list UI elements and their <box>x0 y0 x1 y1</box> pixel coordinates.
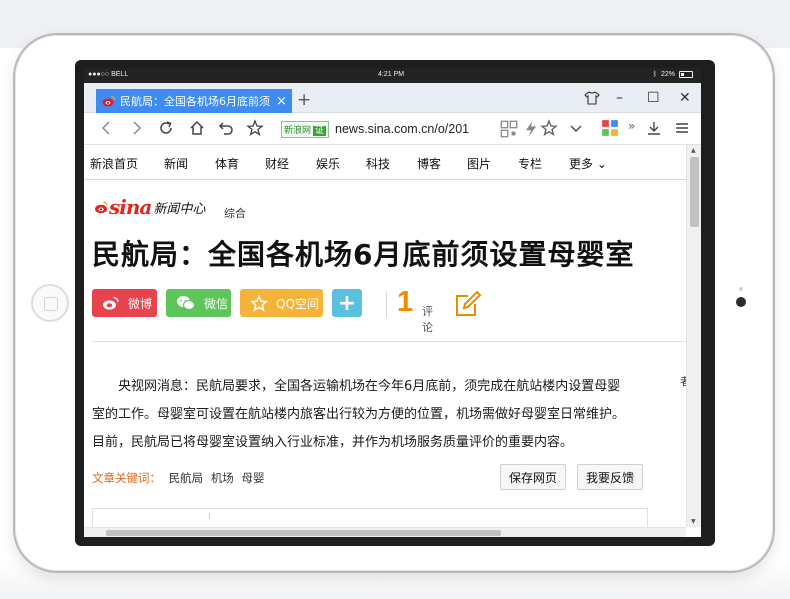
keyword-link[interactable]: 母婴 <box>241 471 264 485</box>
sensor-dot <box>739 287 743 291</box>
keyword-link[interactable]: 民航局 <box>169 471 204 485</box>
nav-home[interactable]: 新浪首页 <box>90 155 138 172</box>
status-right: ᛒ 22% <box>653 71 693 78</box>
feedback-button[interactable]: 我要反馈 <box>577 464 644 490</box>
article-keywords: 文章关键词： 民航局 机场 母婴 <box>92 470 264 486</box>
status-bar: ●●●○○ BELL 4:21 PM ᛒ 22% <box>84 68 701 83</box>
menu-icon[interactable] <box>673 119 691 137</box>
sina-news-logo[interactable]: sina 新闻中心 <box>94 195 205 219</box>
sina-wordmark: sina <box>109 195 152 219</box>
site-badge: 新浪网证 <box>281 120 330 138</box>
weibo-icon <box>103 296 119 310</box>
back-icon[interactable] <box>98 119 116 137</box>
nav-photos[interactable]: 图片 <box>467 155 491 172</box>
qr-code-icon[interactable] <box>500 120 518 138</box>
nav-news[interactable]: 新闻 <box>164 155 188 172</box>
maximize-button[interactable]: ☐ <box>647 90 660 106</box>
address-bar[interactable]: 新浪网证 news.sina.com.cn/o/201 <box>280 118 562 140</box>
shirt-icon[interactable] <box>584 91 600 105</box>
keyword-link[interactable]: 机场 <box>211 471 234 485</box>
chevron-down-icon[interactable] <box>567 119 585 137</box>
tab-active[interactable]: 民航局：全国各机场6月底前须设置母婴室 × <box>96 89 292 113</box>
share-qzone-button[interactable]: QQ空间 <box>240 289 323 317</box>
verified-badge: 证 <box>313 125 327 136</box>
new-tab-button[interactable]: + <box>297 90 311 110</box>
share-weibo-label: 微博 <box>128 296 153 311</box>
wechat-icon <box>177 296 195 310</box>
home-button[interactable] <box>31 284 69 322</box>
screen: ●●●○○ BELL 4:21 PM ᛒ 22% 民航局：全国各机场6月底前须设… <box>84 68 701 537</box>
article-line: 央视网消息：民航局要求，全国各运输机场在今年6月底前，须完成在航站楼内设置母婴 <box>92 379 621 394</box>
article-line: 室的工作。母婴室可设置在航站楼内旅客出行较为方便的位置，机场需做好母婴室日常维护… <box>92 407 626 422</box>
browser-toolbar: 新浪网证 news.sina.com.cn/o/201 » <box>84 113 701 145</box>
content-divider <box>92 341 686 342</box>
comment-label[interactable]: 评论 <box>422 303 433 335</box>
news-center-label: 新闻中心 <box>153 201 206 217</box>
nav-more[interactable]: 更多 ⌄ <box>569 155 607 172</box>
nav-sports[interactable]: 体育 <box>215 155 239 172</box>
forward-icon[interactable] <box>127 119 145 137</box>
tab-title: 民航局：全国各机场6月底前须设置母婴室 <box>120 95 270 108</box>
favorite-star-icon[interactable] <box>540 119 558 137</box>
nav-columns[interactable]: 专栏 <box>518 155 542 172</box>
lightning-icon[interactable] <box>522 120 540 138</box>
comment-count[interactable]: 1 <box>397 286 413 319</box>
share-divider <box>386 292 387 318</box>
scroll-up-arrow-icon[interactable]: ▲ <box>691 147 696 154</box>
undo-icon[interactable] <box>217 119 235 137</box>
scroll-down-arrow-icon[interactable]: ▼ <box>691 518 696 525</box>
status-time: 4:21 PM <box>378 71 405 78</box>
vertical-scroll-thumb[interactable] <box>690 157 699 227</box>
save-page-button[interactable]: 保存网页 <box>500 464 567 490</box>
box-tick <box>209 513 210 519</box>
minimize-button[interactable]: – <box>616 90 623 106</box>
tab-bar: 民航局：全国各机场6月底前须设置母婴室 × + – ☐ ✕ <box>84 83 701 113</box>
weibo-icon <box>102 95 116 107</box>
share-more-button[interactable]: + <box>332 289 362 317</box>
site-nav: 新浪首页 新闻 体育 财经 娱乐 科技 博客 图片 专栏 更多 ⌄ <box>84 145 686 180</box>
nav-blog[interactable]: 博客 <box>417 155 441 172</box>
sina-eye-icon <box>95 201 108 214</box>
apps-grid-icon[interactable] <box>601 119 619 137</box>
download-icon[interactable] <box>645 119 663 137</box>
share-wechat-button[interactable]: 微信 <box>166 289 231 317</box>
article-body: 央视网消息：民航局要求，全国各运输机场在今年6月底前，须完成在航站楼内设置母婴 … <box>92 373 652 457</box>
url-text[interactable]: news.sina.com.cn/o/201 <box>335 122 485 136</box>
bluetooth-icon: ᛒ <box>652 71 657 78</box>
more-extensions-icon[interactable]: » <box>628 119 635 133</box>
article-headline: 民航局：全国各机场6月底前须设置母婴室 <box>92 238 635 271</box>
share-qzone-label: QQ空间 <box>276 296 319 311</box>
share-wechat-label: 微信 <box>204 296 229 311</box>
horizontal-scrollbar[interactable] <box>84 527 686 537</box>
tab-close-icon[interactable]: × <box>276 94 287 109</box>
nav-entertainment[interactable]: 娱乐 <box>316 155 340 172</box>
web-page: 新浪首页 新闻 体育 财经 娱乐 科技 博客 图片 专栏 更多 ⌄ sina 新… <box>84 145 691 537</box>
nav-finance[interactable]: 财经 <box>265 155 289 172</box>
close-window-button[interactable]: ✕ <box>679 90 691 106</box>
channel-label[interactable]: 综合 <box>224 205 246 221</box>
battery-percent: 22% <box>660 71 675 78</box>
camera-dot <box>736 297 746 307</box>
nav-tech[interactable]: 科技 <box>366 155 390 172</box>
home-icon[interactable] <box>188 119 206 137</box>
write-comment-icon[interactable] <box>453 289 483 319</box>
reload-icon[interactable] <box>157 119 175 137</box>
qzone-star-icon <box>250 294 268 312</box>
carrier-label: ●●●○○ BELL <box>88 71 129 78</box>
keywords-label: 文章关键词： <box>92 471 161 485</box>
battery-icon <box>679 71 693 78</box>
share-weibo-button[interactable]: 微博 <box>92 289 157 317</box>
site-badge-name: 新浪网 <box>284 125 312 136</box>
star-icon[interactable] <box>246 119 264 137</box>
vertical-scrollbar[interactable]: ▲ ▼ <box>686 145 701 527</box>
article-line: 目前，民航局已将母婴室设置纳入行业标准，并作为机场服务质量评价的重要内容。 <box>92 435 574 450</box>
horizontal-scroll-thumb[interactable] <box>106 530 501 536</box>
